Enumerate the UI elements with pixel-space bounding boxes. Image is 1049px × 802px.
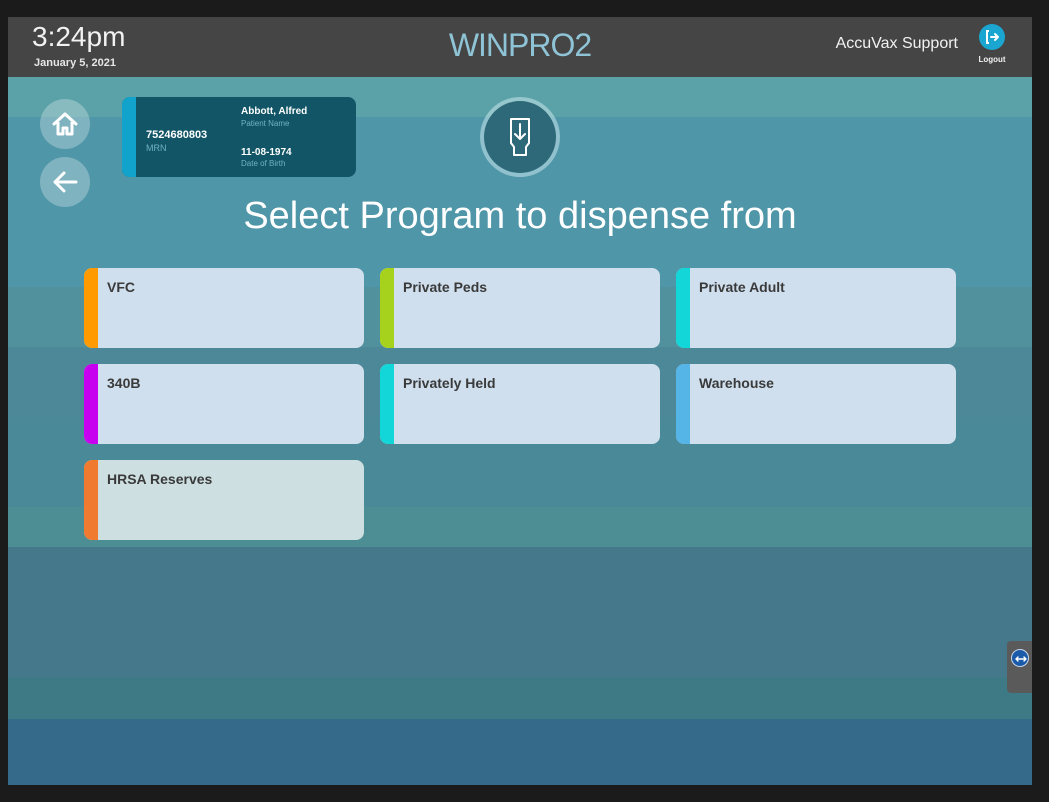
- program-label: Warehouse: [699, 375, 774, 391]
- patient-name-label: Patient Name: [241, 119, 290, 128]
- program-label: 340B: [107, 375, 141, 391]
- logout-button[interactable]: Logout: [972, 24, 1012, 70]
- user-name: AccuVax Support: [835, 35, 958, 52]
- swap-arrows-icon: [1011, 649, 1029, 667]
- background-band: [8, 547, 1032, 677]
- dispense-badge-inner: [484, 101, 556, 173]
- background-band: [8, 719, 1032, 785]
- program-accent: [84, 364, 98, 444]
- program-accent: [380, 268, 394, 348]
- program-accent: [676, 364, 690, 444]
- program-accent: [676, 268, 690, 348]
- program-accent: [84, 460, 98, 540]
- program-accent: [380, 364, 394, 444]
- home-button[interactable]: [40, 99, 90, 149]
- app-window: 3:24pm January 5, 2021 WINPRO2 AccuVax S…: [8, 17, 1032, 785]
- program-tile-warehouse[interactable]: Warehouse: [676, 364, 956, 444]
- program-tile-private-peds[interactable]: Private Peds: [380, 268, 660, 348]
- side-panel-handle[interactable]: [1007, 641, 1032, 693]
- patient-dob: 11-08-1974: [241, 147, 292, 158]
- logout-label: Logout: [978, 55, 1006, 64]
- program-tile-hrsa-reserves[interactable]: HRSA Reserves: [84, 460, 364, 540]
- program-accent: [84, 268, 98, 348]
- top-bar: 3:24pm January 5, 2021 WINPRO2 AccuVax S…: [8, 17, 1032, 77]
- patient-name: Abbott, Alfred: [241, 106, 308, 117]
- background-band: [8, 677, 1032, 719]
- program-label: Privately Held: [403, 375, 496, 391]
- patient-card: 7524680803 MRN Abbott, Alfred Patient Na…: [122, 97, 356, 177]
- logout-icon: [979, 24, 1005, 50]
- program-tile-private-adult[interactable]: Private Adult: [676, 268, 956, 348]
- patient-card-stripe: [122, 97, 136, 177]
- program-label: HRSA Reserves: [107, 471, 213, 487]
- program-label: Private Adult: [699, 279, 785, 295]
- dispense-vial-icon: [510, 118, 530, 156]
- program-label: VFC: [107, 279, 135, 295]
- program-label: Private Peds: [403, 279, 488, 295]
- program-tile-340b[interactable]: 340B: [84, 364, 364, 444]
- patient-dob-label: Date of Birth: [241, 159, 286, 168]
- program-tile-privately-held[interactable]: Privately Held: [380, 364, 660, 444]
- home-icon: [52, 112, 78, 136]
- dispense-badge: [480, 97, 560, 177]
- program-tile-vfc[interactable]: VFC: [84, 268, 364, 348]
- patient-mrn-label: MRN: [146, 143, 167, 153]
- patient-mrn: 7524680803: [146, 129, 208, 141]
- page-heading: Select Program to dispense from: [243, 195, 797, 237]
